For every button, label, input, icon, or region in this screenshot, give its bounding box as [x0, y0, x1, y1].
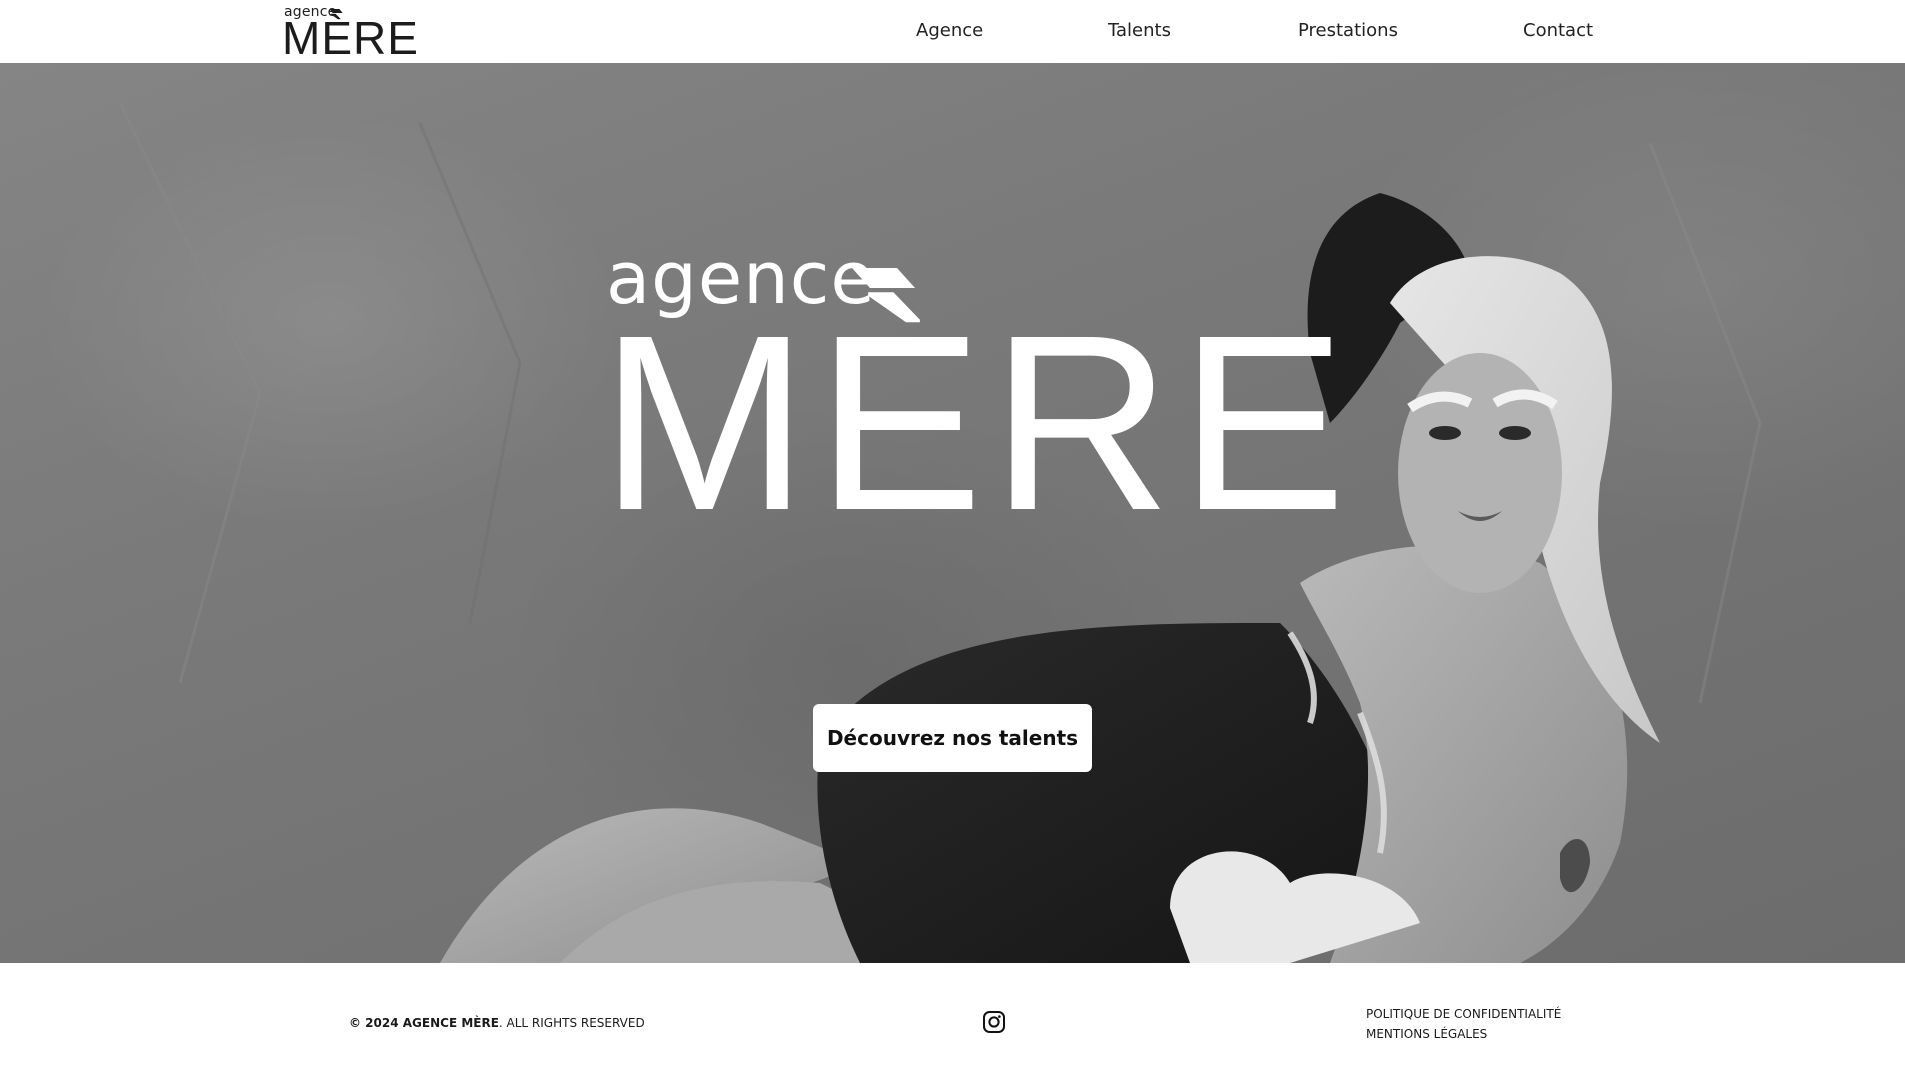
legal-notice-link[interactable]: MENTIONS LÉGALES [1366, 1024, 1561, 1044]
nav-item-prestations[interactable]: Prestations [1298, 20, 1398, 42]
legal-links: POLITIQUE DE CONFIDENTIALITÉ MENTIONS LÉ… [1366, 1004, 1561, 1044]
copyright-brand: © 2024 AGENCE MÈRE [349, 1016, 499, 1030]
nav-item-talents[interactable]: Talents [1108, 20, 1171, 42]
instagram-glyph [983, 1011, 1005, 1033]
instagram-icon[interactable] [982, 1010, 1006, 1034]
hero-logo: agence MÈRE [600, 238, 1346, 588]
nav-item-contact[interactable]: Contact [1523, 20, 1593, 42]
hero-logo-big-text: MÈRE [600, 283, 1355, 562]
site-header: agence MÈRE Agence Talents Prestations C… [0, 0, 1905, 63]
copyright-text: © 2024 AGENCE MÈRE. ALL RIGHTS RESERVED [349, 1015, 645, 1031]
header-logo-big-text: MÈRE [282, 12, 419, 64]
nav-item-agence[interactable]: Agence [916, 20, 983, 42]
discover-talents-button[interactable]: Découvrez nos talents [813, 704, 1092, 772]
copyright-rights: . ALL RIGHTS RESERVED [498, 1016, 645, 1030]
hero-section: agence MÈRE Découvrez nos talents [0, 63, 1905, 963]
site-footer: © 2024 AGENCE MÈRE. ALL RIGHTS RESERVED … [0, 963, 1905, 1079]
header-logo[interactable]: agence MÈRE [282, 4, 424, 64]
privacy-policy-link[interactable]: POLITIQUE DE CONFIDENTIALITÉ [1366, 1004, 1561, 1024]
